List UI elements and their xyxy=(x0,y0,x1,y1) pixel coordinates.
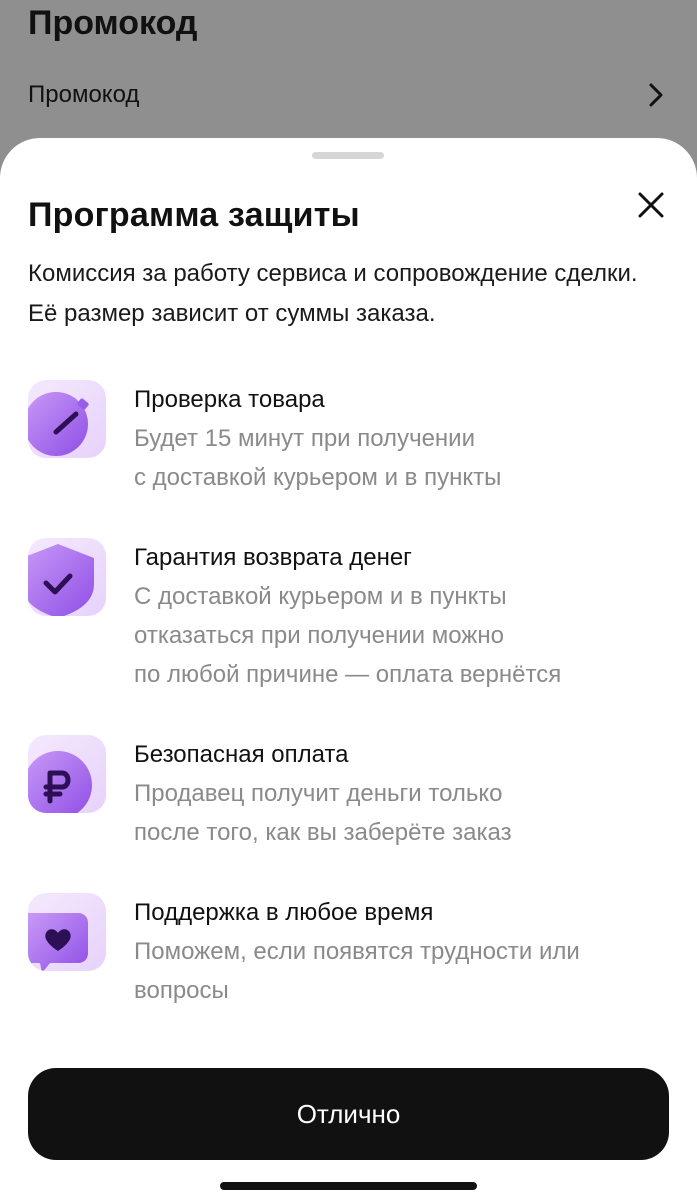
ruble-coin-icon xyxy=(28,735,106,813)
feature-description: Поможем, если появятся трудности или воп… xyxy=(134,938,580,1004)
feature-item-money-back: Гарантия возврата денег С доставкой курь… xyxy=(28,538,668,694)
protection-program-sheet: Программа защиты Комиссия за работу серв… xyxy=(0,138,697,1200)
sheet-title: Программа защиты xyxy=(28,196,360,234)
feature-title: Гарантия возврата денег xyxy=(134,544,412,571)
promocode-row[interactable]: Промокод xyxy=(28,78,668,112)
feature-item-safe-payment: Безопасная оплата Продавец получит деньг… xyxy=(28,735,668,852)
sheet-grabber[interactable] xyxy=(312,152,384,159)
feature-description: Продавец получит деньги только после тог… xyxy=(134,780,512,846)
background-page: Промокод Промокод xyxy=(0,0,697,160)
stopwatch-icon xyxy=(28,380,106,458)
sheet-description: Комиссия за работу сервиса и сопровожден… xyxy=(28,260,638,327)
feature-item-support: Поддержка в любое время Поможем, если по… xyxy=(28,893,668,1010)
chevron-right-icon xyxy=(649,83,663,107)
background-title: Промокод xyxy=(28,4,198,42)
heart-chat-icon xyxy=(28,893,106,971)
feature-description: Будет 15 минут при получении с доставкой… xyxy=(134,425,502,491)
promocode-row-label: Промокод xyxy=(28,81,140,108)
feature-title: Поддержка в любое время xyxy=(134,899,434,926)
feature-description: С доставкой курьером и в пункты отказать… xyxy=(134,583,562,688)
ok-button[interactable]: Отлично xyxy=(28,1068,669,1160)
feature-title: Проверка товара xyxy=(134,386,325,413)
close-icon xyxy=(638,192,664,218)
shield-check-icon xyxy=(28,538,106,616)
feature-item-product-check: Проверка товара Будет 15 минут при получ… xyxy=(28,380,668,497)
close-button[interactable] xyxy=(630,184,672,226)
feature-title: Безопасная оплата xyxy=(134,741,349,768)
home-indicator xyxy=(220,1182,477,1190)
